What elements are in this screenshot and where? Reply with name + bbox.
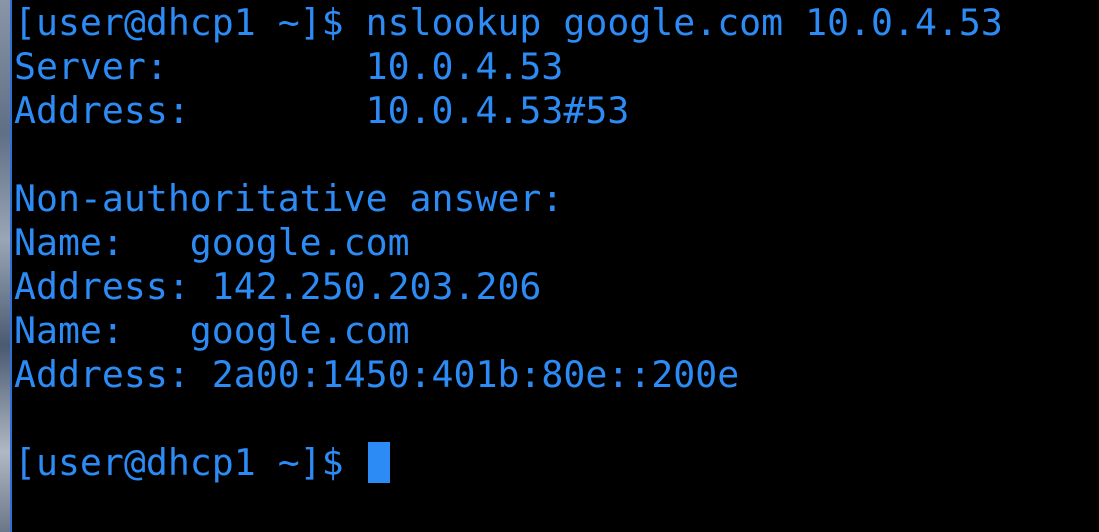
name-line: Name: google.com bbox=[14, 221, 410, 264]
terminal-window[interactable]: [user@dhcp1 ~]$ nslookup google.com 10.0… bbox=[0, 0, 1099, 532]
server-line: Server: 10.0.4.53 bbox=[14, 45, 564, 88]
name-line: Name: google.com bbox=[14, 309, 410, 352]
desktop-background-edge bbox=[0, 0, 10, 532]
ipv4-address-line: Address: 142.250.203.206 bbox=[14, 265, 542, 308]
prompt-line[interactable]: [user@dhcp1 ~]$ bbox=[14, 441, 390, 485]
command-line: [user@dhcp1 ~]$ nslookup google.com 10.0… bbox=[14, 1, 1003, 44]
text-cursor bbox=[367, 442, 390, 483]
server-address-line: Address: 10.0.4.53#53 bbox=[14, 89, 630, 132]
answer-header-line: Non-authoritative answer: bbox=[14, 177, 564, 220]
terminal-output[interactable]: [user@dhcp1 ~]$ nslookup google.com 10.0… bbox=[14, 0, 1099, 532]
shell-prompt: [user@dhcp1 ~]$ bbox=[14, 441, 366, 484]
ipv6-address-line: Address: 2a00:1450:401b:80e::200e bbox=[14, 353, 740, 396]
window-border bbox=[10, 0, 12, 532]
